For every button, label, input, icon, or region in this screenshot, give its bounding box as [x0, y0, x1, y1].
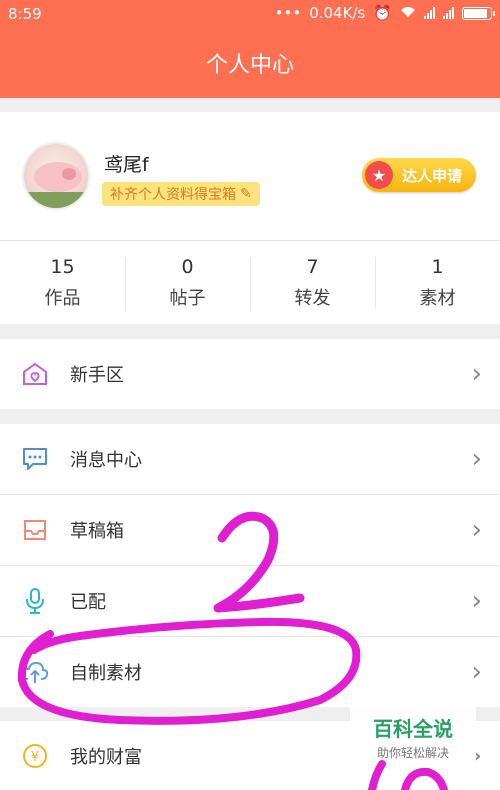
- apply-expert-label: 达人申请: [402, 166, 463, 185]
- chevron-right-icon: ›: [471, 359, 482, 389]
- stat-materials[interactable]: 1 素材: [375, 241, 500, 324]
- star-icon: ★: [365, 161, 393, 189]
- stat-posts[interactable]: 0 帖子: [125, 241, 250, 324]
- network-speed: 0.04K/s: [309, 4, 366, 22]
- stat-label: 素材: [419, 287, 456, 309]
- page-title: 个人中心: [205, 53, 294, 78]
- complete-profile-tag[interactable]: 补齐个人资料得宝箱 ✎: [102, 182, 260, 206]
- stat-value: 7: [306, 255, 319, 278]
- profile-card: 鸢尾f 补齐个人资料得宝箱 ✎ ★ 达人申请 15 作品 0 帖子 7 转发 1…: [0, 112, 500, 324]
- menu-item-dubbed[interactable]: 已配 ›: [0, 566, 500, 636]
- svg-text:¥: ¥: [31, 750, 39, 765]
- message-bubble-icon: [20, 445, 50, 473]
- microphone-icon: [20, 587, 50, 615]
- stat-label: 转发: [294, 287, 331, 309]
- cloud-upload-icon: [20, 658, 50, 686]
- status-time: 8:59: [8, 5, 42, 23]
- menu-label-wealth: 我的财富: [70, 747, 142, 768]
- menu-item-messages[interactable]: 消息中心 ›: [0, 424, 500, 494]
- status-indicators: ••• 0.04K/s ⏰: [274, 4, 495, 22]
- complete-profile-label: 补齐个人资料得宝箱: [110, 187, 236, 203]
- username: 鸢尾f: [104, 154, 149, 176]
- stat-label: 帖子: [169, 287, 206, 309]
- yen-coin-icon: ¥: [20, 742, 50, 770]
- menu-item-newbie[interactable]: 新手区 ›: [0, 339, 500, 409]
- menu-item-drafts[interactable]: 草稿箱 ›: [0, 495, 500, 565]
- chevron-right-icon: ›: [471, 657, 482, 687]
- inbox-tray-icon: [20, 516, 50, 544]
- battery-icon: [462, 6, 495, 20]
- more-dots-icon: •••: [274, 4, 302, 22]
- stats-bar: 15 作品 0 帖子 7 转发 1 素材: [0, 240, 500, 324]
- menu-label-messages: 消息中心: [70, 450, 142, 471]
- alarm-icon: ⏰: [373, 4, 392, 22]
- stat-label: 作品: [44, 287, 81, 309]
- stat-value: 15: [50, 255, 75, 278]
- chevron-right-icon: ›: [471, 586, 482, 616]
- stat-works[interactable]: 15 作品: [0, 241, 125, 324]
- menu-label-drafts: 草稿箱: [70, 521, 124, 542]
- chevron-right-icon: ›: [471, 515, 482, 545]
- pencil-icon: ✎: [240, 186, 252, 202]
- menu-label-newbie: 新手区: [70, 365, 124, 386]
- menu-label-dubbed: 已配: [70, 592, 106, 613]
- newbie-house-icon: [20, 360, 50, 388]
- menu-item-materials[interactable]: 自制素材 ›: [0, 637, 500, 707]
- wifi-icon: [400, 4, 416, 22]
- stat-shares[interactable]: 7 转发: [250, 241, 375, 324]
- pig-snout: [62, 168, 76, 180]
- avatar[interactable]: [22, 142, 90, 210]
- watermark-subtitle: 助你轻松解决: [376, 746, 449, 760]
- signal-icon: [424, 7, 435, 19]
- stat-value: 0: [181, 255, 194, 278]
- watermark-logo: 百科全说 助你轻松解决: [350, 706, 476, 768]
- apply-expert-button[interactable]: ★ 达人申请: [362, 158, 476, 192]
- grass-base: [24, 192, 88, 208]
- signal-icon-2: [443, 7, 454, 19]
- stat-value: 1: [431, 255, 444, 278]
- watermark-title: 百科全说: [373, 717, 453, 741]
- status-bar: 8:59 ••• 0.04K/s ⏰: [0, 0, 500, 28]
- page-header: 个人中心: [0, 28, 500, 98]
- chevron-right-icon: ›: [471, 444, 482, 474]
- menu-label-materials: 自制素材: [70, 663, 142, 684]
